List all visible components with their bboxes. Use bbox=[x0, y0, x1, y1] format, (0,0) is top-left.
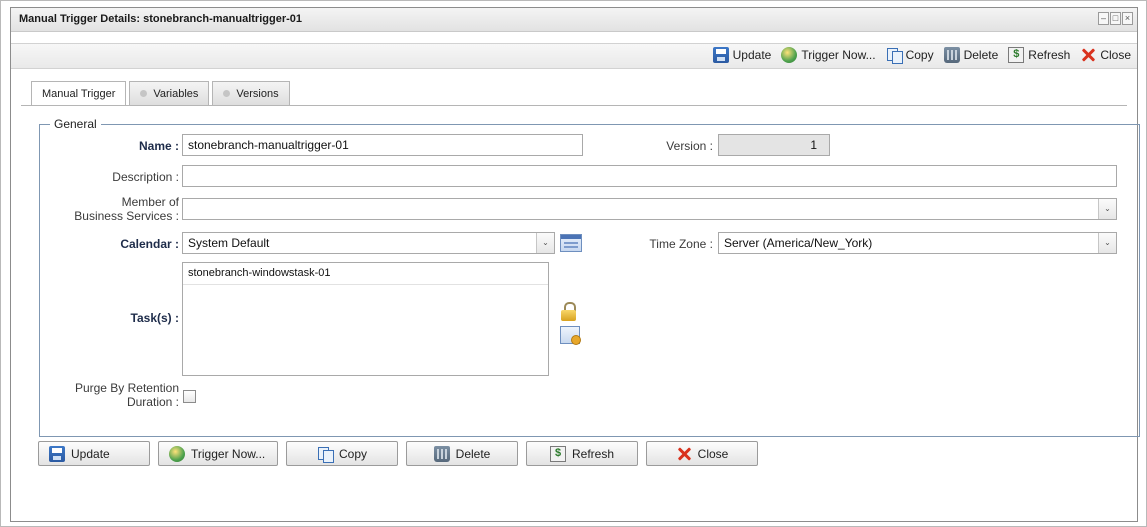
name-input[interactable]: stonebranch-manualtrigger-01 bbox=[182, 134, 583, 156]
toolbar-refresh-button[interactable]: Refresh bbox=[1008, 47, 1070, 63]
timezone-value: Server (America/New_York) bbox=[724, 236, 873, 250]
delete-icon bbox=[433, 445, 450, 462]
close-window-icon[interactable]: × bbox=[1122, 12, 1133, 25]
description-label: Description : bbox=[112, 170, 179, 184]
member-label-line2: Business Services : bbox=[74, 209, 179, 223]
name-label: Name : bbox=[138, 139, 179, 153]
tasks-label: Task(s) : bbox=[130, 311, 179, 325]
toolbar-close-label: Close bbox=[1100, 48, 1131, 62]
window-title: Manual Trigger Details: stonebranch-manu… bbox=[19, 13, 303, 25]
save-icon bbox=[49, 445, 65, 462]
tab-variables[interactable]: Variables bbox=[129, 81, 210, 105]
toolbar-update-button[interactable]: Update bbox=[712, 47, 772, 63]
timezone-label: Time Zone : bbox=[649, 237, 713, 251]
purge-label-line2: Duration : bbox=[126, 395, 179, 409]
save-icon bbox=[712, 47, 729, 63]
tab-divider bbox=[21, 105, 1127, 106]
business-services-select[interactable]: ⌄ bbox=[182, 198, 1117, 220]
toolbar-refresh-label: Refresh bbox=[1028, 48, 1071, 62]
list-item[interactable]: stonebranch-windowstask-01 bbox=[183, 263, 548, 285]
tab-label: Variables bbox=[153, 87, 199, 100]
lock-icon[interactable] bbox=[560, 302, 578, 322]
close-button[interactable]: Close bbox=[646, 441, 758, 466]
window-controls: – □ × bbox=[1098, 12, 1133, 25]
tab-label: Versions bbox=[236, 87, 279, 100]
close-button-label: Close bbox=[697, 446, 729, 461]
update-button-label: Update bbox=[71, 446, 110, 461]
title-bar: Manual Trigger Details: stonebranch-manu… bbox=[11, 8, 1137, 32]
chevron-down-icon[interactable]: ⌄ bbox=[1098, 233, 1116, 253]
copy-button[interactable]: Copy bbox=[286, 441, 398, 466]
tasks-listbox[interactable]: stonebranch-windowstask-01 bbox=[182, 262, 549, 376]
close-icon bbox=[1080, 47, 1096, 63]
refresh-button[interactable]: Refresh bbox=[526, 441, 638, 466]
copy-button-label: Copy bbox=[338, 446, 367, 461]
delete-button-label: Delete bbox=[455, 446, 491, 461]
toolbar-trigger-now-button[interactable]: Trigger Now... bbox=[781, 47, 876, 63]
toolbar-copy-label: Copy bbox=[905, 48, 934, 62]
member-label-line1: Member of bbox=[121, 195, 179, 209]
toolbar-copy-button[interactable]: Copy bbox=[886, 47, 934, 64]
toolbar-delete-label: Delete bbox=[963, 48, 999, 62]
chevron-down-icon[interactable]: ⌄ bbox=[536, 233, 554, 253]
calendar-label: Calendar : bbox=[120, 237, 179, 251]
copy-icon bbox=[886, 47, 903, 64]
description-input[interactable] bbox=[182, 165, 1117, 187]
toolbar: Update Trigger Now... Copy Delete Refres… bbox=[11, 44, 1137, 68]
calendar-select[interactable]: System Default ⌄ bbox=[182, 232, 555, 254]
close-icon bbox=[676, 446, 692, 462]
trigger-now-button[interactable]: Trigger Now... bbox=[158, 441, 278, 466]
general-legend: General bbox=[54, 117, 97, 131]
purge-checkbox[interactable] bbox=[183, 390, 196, 403]
tab-versions[interactable]: Versions bbox=[212, 81, 290, 105]
tab-strip: Manual Trigger Variables Versions bbox=[31, 81, 290, 106]
manual-trigger-window: Manual Trigger Details: stonebranch-manu… bbox=[10, 7, 1140, 522]
maximize-icon[interactable]: □ bbox=[1110, 12, 1121, 25]
trigger-now-button-label: Trigger Now... bbox=[191, 446, 266, 461]
tab-manual-trigger[interactable]: Manual Trigger bbox=[31, 81, 127, 106]
version-field: 1 bbox=[718, 134, 830, 156]
version-label: Version : bbox=[666, 139, 713, 153]
refresh-icon bbox=[549, 445, 566, 462]
toolbar-close-button[interactable]: Close bbox=[1080, 47, 1131, 63]
status-dot-icon bbox=[223, 90, 231, 97]
toolbar-update-label: Update bbox=[732, 48, 772, 62]
chevron-down-icon[interactable]: ⌄ bbox=[1098, 199, 1116, 219]
calendar-value: System Default bbox=[188, 236, 270, 250]
delete-button[interactable]: Delete bbox=[406, 441, 518, 466]
update-button[interactable]: Update bbox=[38, 441, 150, 466]
trigger-icon bbox=[169, 445, 185, 462]
timezone-select[interactable]: Server (America/New_York) ⌄ bbox=[718, 232, 1117, 254]
refresh-button-label: Refresh bbox=[571, 446, 615, 461]
tab-label: Manual Trigger bbox=[42, 88, 116, 100]
delete-icon bbox=[943, 47, 960, 63]
status-dot-icon bbox=[140, 90, 148, 97]
trigger-icon bbox=[781, 47, 798, 63]
toolbar-delete-button[interactable]: Delete bbox=[943, 47, 999, 63]
minimize-icon[interactable]: – bbox=[1098, 12, 1109, 25]
toolbar-trigger-now-label: Trigger Now... bbox=[801, 48, 876, 62]
calendar-details-icon[interactable] bbox=[560, 234, 582, 252]
bottom-button-row: Update Trigger Now... Copy Delete Refres… bbox=[38, 441, 758, 466]
purge-label-line1: Purge By Retention bbox=[74, 381, 179, 395]
task-lookup-icon[interactable] bbox=[560, 326, 581, 345]
copy-icon bbox=[317, 446, 334, 463]
refresh-icon bbox=[1008, 47, 1025, 63]
